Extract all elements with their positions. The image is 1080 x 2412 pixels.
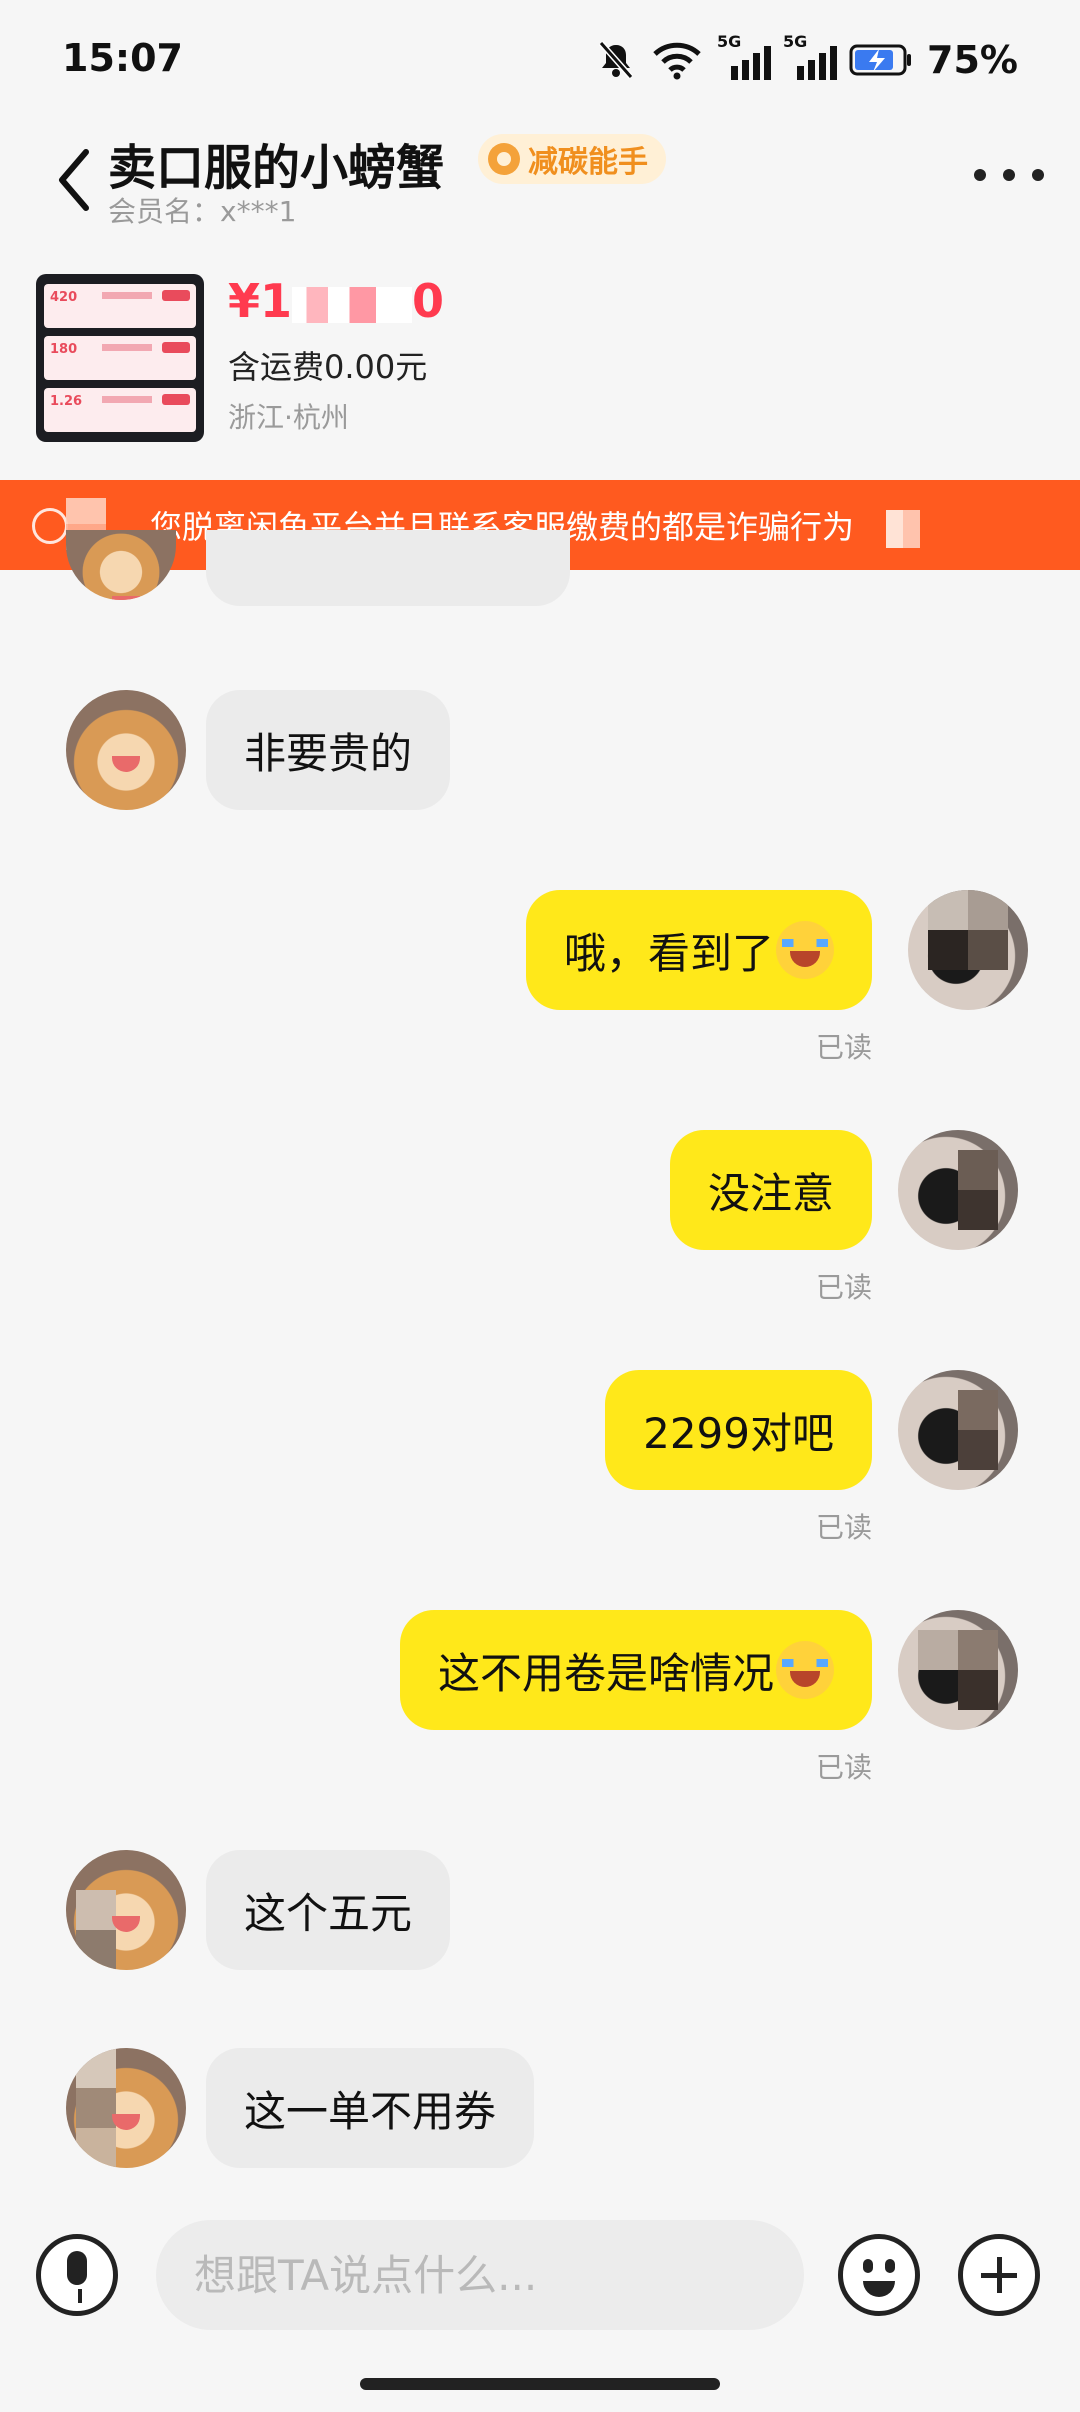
badge-label: 减碳能手 <box>528 145 648 180</box>
info-icon <box>32 508 68 544</box>
seller-avatar[interactable] <box>66 530 176 600</box>
message-bubble: 哦，看到了 <box>525 890 872 1010</box>
battery-percent: 75% <box>927 38 1018 82</box>
price-redacted <box>292 286 413 323</box>
my-avatar[interactable] <box>898 1130 1018 1250</box>
more-icon[interactable] <box>974 160 1044 190</box>
signal-icon-1: 5G <box>717 32 772 80</box>
read-status: 已读 <box>815 1271 872 1304</box>
message-input-field[interactable] <box>156 2220 804 2330</box>
read-status: 已读 <box>815 1031 872 1064</box>
product-card[interactable]: 420 180 1.26 ¥1 0 含运费0.00元 浙江·杭州 <box>0 260 1080 450</box>
product-thumbnail[interactable]: 420 180 1.26 <box>36 274 204 442</box>
crying-laugh-emoji-icon <box>776 921 834 979</box>
price-prefix: ¥1 <box>228 274 293 328</box>
mic-icon[interactable] <box>36 2234 118 2316</box>
message-bubble: 没注意 <box>669 1130 872 1250</box>
seller-avatar[interactable] <box>66 2048 186 2168</box>
my-avatar[interactable] <box>898 1610 1018 1730</box>
message-text: 2299对吧 <box>643 1408 834 1458</box>
chat-header: 卖口服的小螃蟹 减碳能手 会员名：x***1 <box>0 120 1080 240</box>
message-bubble: 这不用卷是啥情况 <box>399 1610 872 1730</box>
chat-title[interactable]: 卖口服的小螃蟹 <box>108 128 444 198</box>
message-text: 这个五元 <box>244 1888 413 1938</box>
carbon-badge[interactable]: 减碳能手 <box>478 134 666 184</box>
my-avatar[interactable] <box>908 890 1028 1010</box>
message-bubble-partial <box>206 530 570 606</box>
member-name: 会员名：x***1 <box>108 195 297 228</box>
home-indicator[interactable] <box>360 2378 720 2390</box>
seller-avatar[interactable] <box>66 690 186 810</box>
message-text: 哦，看到了 <box>563 928 774 978</box>
message-bubble: 非要贵的 <box>206 690 451 810</box>
status-time: 15:07 <box>62 36 183 80</box>
product-shipping: 含运费0.00元 <box>228 348 428 386</box>
message-bubble: 2299对吧 <box>605 1370 872 1490</box>
status-bar: 15:07 5G 5G 75% <box>0 0 1080 120</box>
emoji-icon[interactable] <box>838 2234 920 2316</box>
message-list[interactable]: 非要贵的 哦，看到了 已读 没注意 已读 2299对吧 已读 这不用卷是啥情况 … <box>0 530 1080 2200</box>
my-avatar[interactable] <box>898 1370 1018 1490</box>
message-text: 没注意 <box>707 1168 834 1218</box>
signal-icon-2: 5G <box>783 32 838 80</box>
redacted-mosaic <box>886 510 920 548</box>
back-icon[interactable] <box>46 142 106 218</box>
message-input[interactable] <box>192 2250 756 2301</box>
message-text: 这不用卷是啥情况 <box>437 1648 774 1698</box>
product-location: 浙江·杭州 <box>228 401 349 434</box>
mute-icon <box>598 41 634 79</box>
price-suffix: 0 <box>412 274 445 328</box>
leaf-icon <box>488 143 520 175</box>
message-bubble: 这个五元 <box>206 1850 451 1970</box>
message-text: 非要贵的 <box>244 728 413 778</box>
battery-icon <box>849 44 912 76</box>
seller-avatar[interactable] <box>66 1850 186 1970</box>
crying-laugh-emoji-icon <box>776 1641 834 1699</box>
status-icons: 5G 5G 75% <box>595 32 1018 82</box>
product-price: ¥1 0 <box>228 274 444 328</box>
input-bar <box>0 2200 1080 2350</box>
wifi-icon <box>653 42 701 80</box>
plus-icon[interactable] <box>958 2234 1040 2316</box>
read-status: 已读 <box>815 1511 872 1544</box>
read-status: 已读 <box>815 1751 872 1784</box>
message-bubble: 这一单不用券 <box>206 2048 535 2168</box>
message-text: 这一单不用券 <box>244 2086 497 2136</box>
